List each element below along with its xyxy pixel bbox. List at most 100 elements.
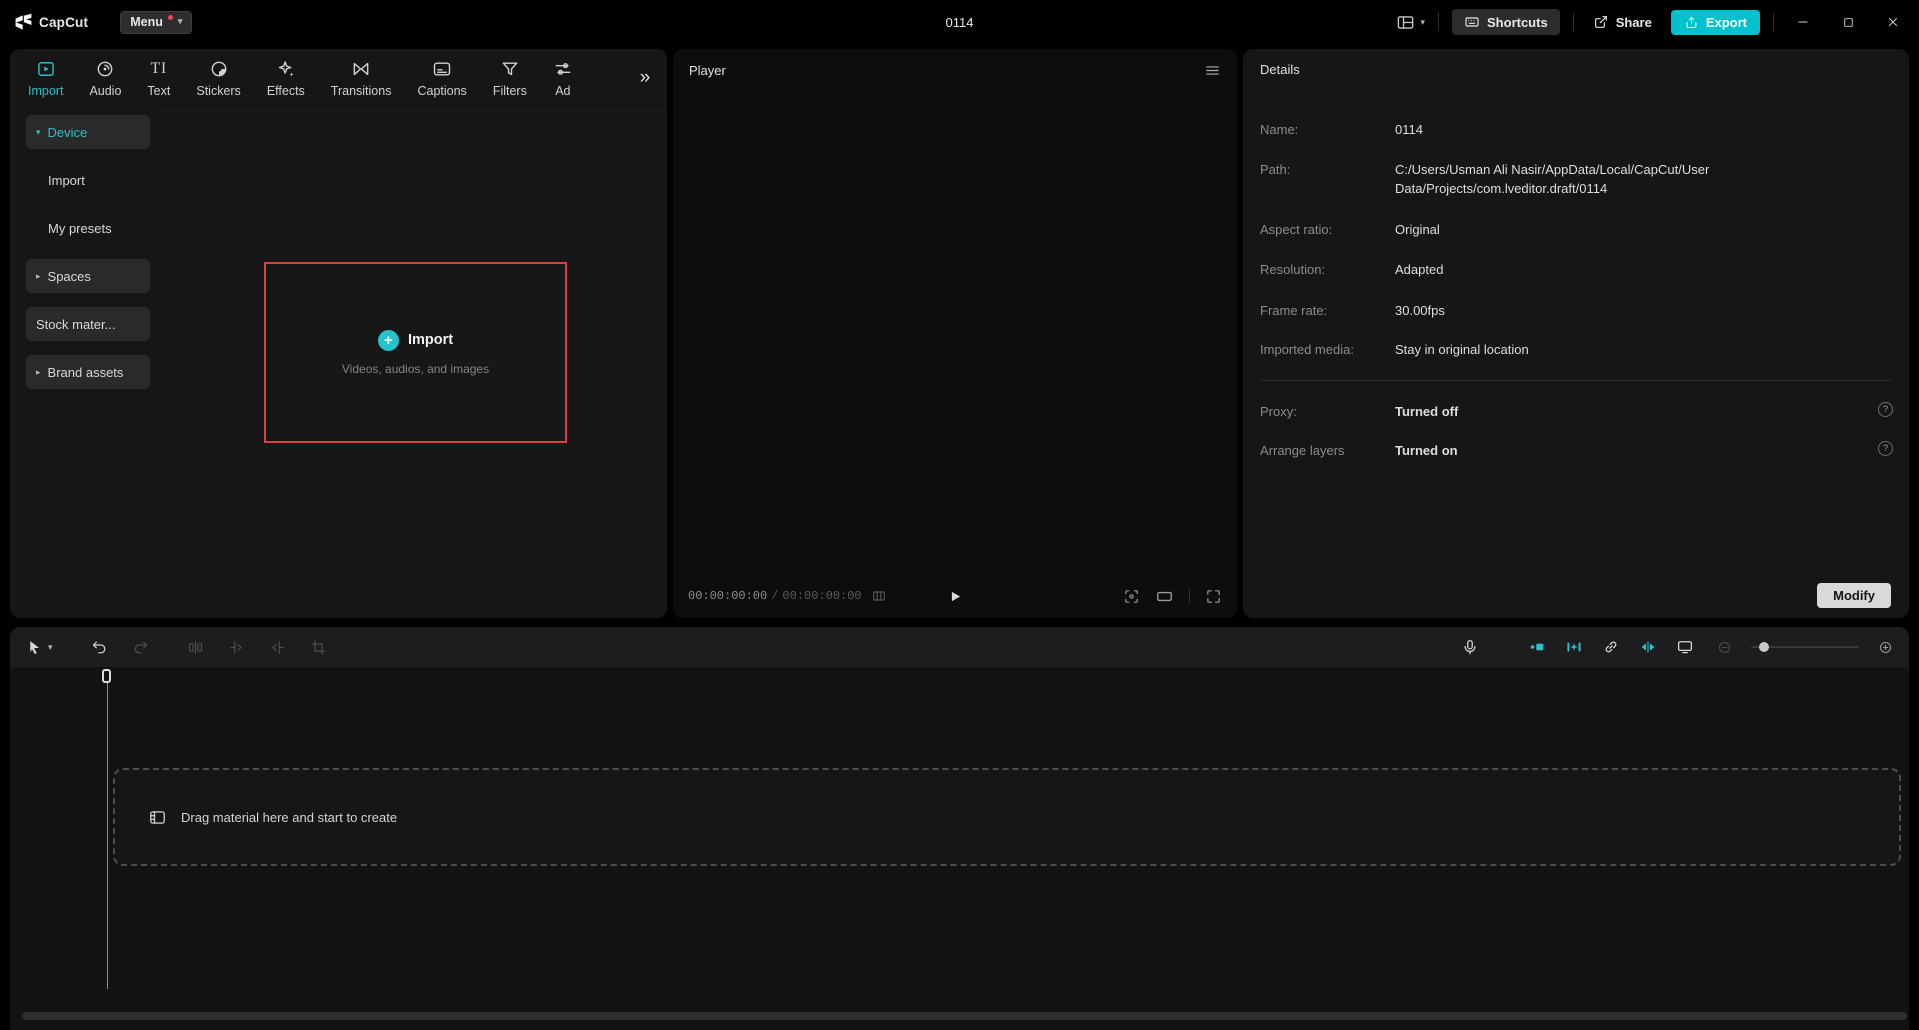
record-voiceover-button[interactable] bbox=[1461, 638, 1479, 656]
detail-value: 0114 bbox=[1395, 121, 1423, 140]
tab-transitions[interactable]: Transitions bbox=[331, 58, 392, 98]
tab-label: Captions bbox=[417, 84, 466, 98]
captions-tab-icon bbox=[432, 58, 452, 79]
arrange-layers-help-icon[interactable]: ? bbox=[1878, 441, 1893, 456]
details-title: Details bbox=[1243, 49, 1909, 90]
zoom-out-icon bbox=[1717, 640, 1732, 655]
divider bbox=[1189, 589, 1190, 603]
tab-text[interactable]: TI Text bbox=[147, 58, 170, 98]
link-toggle-button[interactable] bbox=[1602, 638, 1620, 656]
export-icon bbox=[1684, 15, 1699, 30]
timeline-zoom-slider[interactable] bbox=[1751, 646, 1859, 648]
detail-row-frame-rate: Frame rate: 30.00fps bbox=[1260, 302, 1853, 321]
more-tabs-button[interactable]: » bbox=[623, 49, 667, 107]
proxy-help-icon[interactable]: ? bbox=[1878, 402, 1893, 417]
import-dropzone[interactable]: + Import Videos, audios, and images bbox=[264, 262, 567, 443]
share-icon bbox=[1593, 14, 1609, 30]
menu-button[interactable]: Menu ▾ bbox=[120, 11, 192, 34]
tab-label: Import bbox=[28, 84, 63, 98]
detail-row-path: Path: C:/Users/Usman Ali Nasir/AppData/L… bbox=[1260, 161, 1853, 199]
play-button[interactable] bbox=[948, 589, 963, 604]
zoom-out-button[interactable] bbox=[1717, 640, 1732, 655]
detail-label: Aspect ratio: bbox=[1260, 221, 1395, 240]
detail-label: Imported media: bbox=[1260, 341, 1395, 360]
timeline-tracks-area[interactable]: Drag material here and start to create bbox=[10, 667, 1909, 1030]
media-panel: Import Audio TI Text Stickers Effects Tr… bbox=[10, 49, 667, 618]
media-tab-bar: Import Audio TI Text Stickers Effects Tr… bbox=[10, 49, 667, 107]
redo-button[interactable] bbox=[132, 639, 149, 656]
transitions-tab-icon bbox=[351, 58, 371, 79]
tab-label: Transitions bbox=[331, 84, 392, 98]
export-button[interactable]: Export bbox=[1671, 10, 1760, 35]
tab-label: Effects bbox=[267, 84, 305, 98]
delete-right-button[interactable] bbox=[269, 639, 286, 656]
mirror-icon bbox=[1639, 638, 1657, 656]
capcut-logo: CapCut bbox=[14, 13, 88, 32]
share-button[interactable]: Share bbox=[1587, 9, 1658, 35]
titlebar: CapCut Menu ▾ 0114 ▾ Shortcuts Share bbox=[0, 0, 1919, 44]
tab-effects[interactable]: Effects bbox=[267, 58, 305, 98]
sidebar-item-brand-assets[interactable]: ▸ Brand assets bbox=[26, 355, 150, 389]
tab-adjust[interactable]: Ad bbox=[553, 58, 573, 98]
magnetic-toggle-button[interactable] bbox=[1565, 638, 1583, 656]
import-subtitle: Videos, audios, and images bbox=[342, 362, 489, 376]
timeline-dropzone[interactable]: Drag material here and start to create bbox=[113, 768, 1901, 866]
sidebar-item-import[interactable]: Import bbox=[26, 163, 150, 197]
preview-axis-button[interactable] bbox=[1676, 638, 1694, 656]
timeline-hint: Drag material here and start to create bbox=[181, 810, 397, 825]
workspace-layout-button[interactable]: ▾ bbox=[1396, 13, 1425, 32]
media-sidebar: ▾ Device Import My presets ▸ Spaces Stoc… bbox=[10, 107, 160, 618]
detail-row-proxy: Proxy: Turned off bbox=[1260, 403, 1853, 422]
sidebar-item-label: Import bbox=[48, 173, 85, 188]
shortcuts-button[interactable]: Shortcuts bbox=[1452, 9, 1560, 35]
aspect-ratio-icon[interactable] bbox=[1155, 587, 1174, 606]
tab-filters[interactable]: Filters bbox=[493, 58, 527, 98]
timecode: 00:00:00:00/00:00:00:00 bbox=[688, 589, 862, 603]
frame-view-icon[interactable] bbox=[871, 588, 887, 604]
tab-audio[interactable]: Audio bbox=[89, 58, 121, 98]
split-icon bbox=[187, 639, 204, 656]
divider bbox=[1260, 380, 1892, 381]
tab-label: Stickers bbox=[196, 84, 240, 98]
undo-button[interactable] bbox=[91, 639, 108, 656]
delete-left-button[interactable] bbox=[228, 639, 245, 656]
focus-scan-icon[interactable] bbox=[1123, 588, 1140, 605]
zoom-in-button[interactable] bbox=[1878, 640, 1893, 655]
export-label: Export bbox=[1706, 15, 1747, 30]
horizontal-scrollbar[interactable] bbox=[22, 1012, 1907, 1020]
sidebar-item-device[interactable]: ▾ Device bbox=[26, 115, 150, 149]
playhead[interactable] bbox=[102, 669, 111, 989]
fullscreen-icon[interactable] bbox=[1205, 588, 1222, 605]
preview-monitor-icon bbox=[1676, 638, 1694, 656]
sidebar-item-stock-materials[interactable]: Stock mater... bbox=[26, 307, 150, 341]
mirror-toggle-button[interactable] bbox=[1639, 638, 1657, 656]
split-button[interactable] bbox=[187, 639, 204, 656]
plus-icon: + bbox=[378, 330, 399, 351]
modify-button[interactable]: Modify bbox=[1817, 583, 1891, 608]
sidebar-item-spaces[interactable]: ▸ Spaces bbox=[26, 259, 150, 293]
tab-import[interactable]: Import bbox=[28, 58, 63, 98]
keyboard-icon bbox=[1464, 14, 1480, 30]
zoom-slider-handle[interactable] bbox=[1759, 642, 1769, 652]
timecode-total: 00:00:00:00 bbox=[782, 589, 861, 603]
maximize-button[interactable] bbox=[1832, 7, 1864, 37]
playhead-handle-icon bbox=[102, 669, 111, 683]
player-menu-icon[interactable] bbox=[1204, 62, 1221, 79]
tab-stickers[interactable]: Stickers bbox=[196, 58, 240, 98]
sidebar-item-my-presets[interactable]: My presets bbox=[26, 211, 150, 245]
redo-icon bbox=[132, 639, 149, 656]
tab-captions[interactable]: Captions bbox=[417, 58, 466, 98]
snapping-toggle-button[interactable] bbox=[1528, 638, 1546, 656]
minimize-icon bbox=[1796, 15, 1810, 29]
import-tab-icon bbox=[36, 58, 56, 79]
crop-button[interactable] bbox=[310, 639, 327, 656]
text-tab-icon: TI bbox=[151, 58, 168, 79]
select-tool-button[interactable]: ▾ bbox=[26, 639, 53, 656]
media-clip-icon bbox=[148, 808, 167, 827]
sidebar-item-label: Spaces bbox=[48, 269, 91, 284]
close-button[interactable] bbox=[1877, 7, 1909, 37]
tab-label: Text bbox=[147, 84, 170, 98]
workspace-layout-icon bbox=[1396, 13, 1415, 32]
minimize-button[interactable] bbox=[1787, 7, 1819, 37]
cursor-icon bbox=[26, 639, 43, 656]
